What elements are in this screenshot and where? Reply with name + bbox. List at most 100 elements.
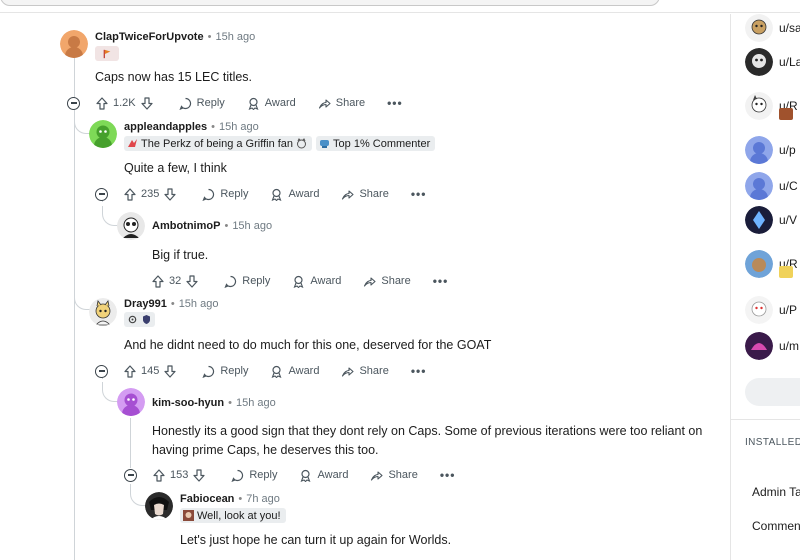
search-bar-edge[interactable] [0,0,660,6]
username[interactable]: Fabiocean [180,493,234,505]
sidebar-user[interactable]: u/P [745,296,797,324]
share-button[interactable]: Share [363,275,411,288]
cat-snoo-avatar[interactable] [89,298,117,326]
more-options-button[interactable]: ••• [440,468,456,482]
comment-icon [224,275,237,288]
purple-snoo-avatar[interactable] [117,388,145,416]
sidebar-user[interactable]: u/m [745,332,799,360]
upvote-icon[interactable] [96,96,108,110]
award-icon [272,188,282,201]
vote-score: 1.2K [113,97,136,109]
more-options-button[interactable]: ••• [433,274,449,288]
timestamp[interactable]: 15h ago [219,121,259,133]
sidebar-user[interactable]: u/V [745,206,797,234]
reply-button[interactable]: Reply [231,469,277,482]
green-snoo-avatar[interactable] [89,120,117,148]
award-icon [272,365,282,378]
anime-avatar[interactable] [145,492,173,520]
collapse-button[interactable] [95,187,108,201]
gear-icon [128,315,137,324]
upvote-icon[interactable] [124,364,136,378]
thread-elbow [102,206,118,226]
top-commenter-badge: Top 1% Commenter [316,136,436,151]
share-button[interactable]: Share [318,97,365,110]
share-button[interactable]: Share [341,365,389,378]
timestamp[interactable]: 7h ago [246,493,280,505]
award-button[interactable]: Award [247,97,296,110]
view-more-button[interactable] [745,378,800,406]
collapse-button[interactable] [124,468,137,482]
share-icon [371,470,384,481]
comment-body: And he didnt need to do much for this on… [124,338,492,352]
award-button[interactable]: Award [270,188,319,201]
sidebar-user[interactable]: u/C [745,172,798,200]
installed-app-link[interactable]: Commen [752,519,800,533]
timestamp[interactable]: 15h ago [236,397,276,409]
downvote-icon[interactable] [186,274,198,288]
comment-meta: ClapTwiceForUpvote • 15h ago [95,31,256,43]
reply-button[interactable]: Reply [179,97,225,110]
reply-button[interactable]: Reply [202,188,248,201]
upvote-icon[interactable] [153,468,165,482]
more-options-button[interactable]: ••• [411,364,427,378]
comment-meta: appleandapples • 15h ago [124,121,259,133]
reply-button[interactable]: Reply [224,275,270,288]
award-button[interactable]: Award [299,469,348,482]
username[interactable]: kim-soo-hyun [152,397,224,409]
flag-icon [95,46,119,61]
shield-icon [143,315,150,324]
award-button[interactable]: Award [292,275,341,288]
sidebar-user[interactable]: u/p [745,136,796,164]
username[interactable]: ClapTwiceForUpvote [95,31,204,43]
award-button[interactable]: Award [270,365,319,378]
comment-body: Quite a few, I think [124,161,227,175]
username[interactable]: appleandapples [124,121,207,133]
comment-icon [179,97,191,110]
vote-control: 1.2K [96,96,153,110]
more-options-button[interactable]: ••• [387,96,403,110]
cat-icon [297,138,307,149]
share-icon [342,366,355,377]
comment-meta: Fabiocean • 7h ago [180,493,280,505]
downvote-icon[interactable] [193,468,205,482]
user-avatar [745,332,773,360]
reply-button[interactable]: Reply [202,365,248,378]
vote-control: 153 [153,468,205,482]
share-button[interactable]: Share [341,188,389,201]
thread-elbow [102,382,118,402]
timestamp[interactable]: 15h ago [179,298,219,310]
downvote-icon[interactable] [141,96,153,110]
flair-badge: Well, look at you! [180,508,286,523]
user-flair [124,312,155,327]
collapse-button[interactable] [95,364,108,378]
award-icon [248,97,259,110]
share-button[interactable]: Share [370,469,418,482]
vote-score: 153 [170,469,189,481]
downvote-icon[interactable] [164,364,176,378]
share-icon [318,98,331,109]
vote-score: 145 [141,365,160,377]
upvote-icon[interactable] [124,187,136,201]
share-icon [364,276,376,287]
user-avatar [745,250,773,278]
comment-icon [202,188,215,201]
comment-actions: 145 Reply Award Share ••• [95,363,426,379]
thread-elbow [130,484,146,506]
sidebar-user[interactable]: u/sa [745,14,800,42]
username[interactable]: AmbotnimoP [152,220,220,232]
character-icon [183,510,194,521]
collapse-button[interactable] [67,96,80,110]
username[interactable]: Dray991 [124,298,167,310]
timestamp[interactable]: 15h ago [232,220,272,232]
panda-snoo-avatar[interactable] [117,212,145,240]
orange-snoo-avatar[interactable] [60,30,88,58]
timestamp[interactable]: 15h ago [215,31,255,43]
sidebar-user[interactable]: u/La [745,48,800,76]
comment-body: Let's just hope he can turn it up again … [180,533,452,547]
downvote-icon[interactable] [164,187,176,201]
installed-app-link[interactable]: Admin Ta [752,485,800,499]
comment-meta: AmbotnimoP • 15h ago [152,220,273,232]
upvote-icon[interactable] [152,274,164,288]
more-options-button[interactable]: ••• [411,187,427,201]
vote-control: 145 [124,364,176,378]
